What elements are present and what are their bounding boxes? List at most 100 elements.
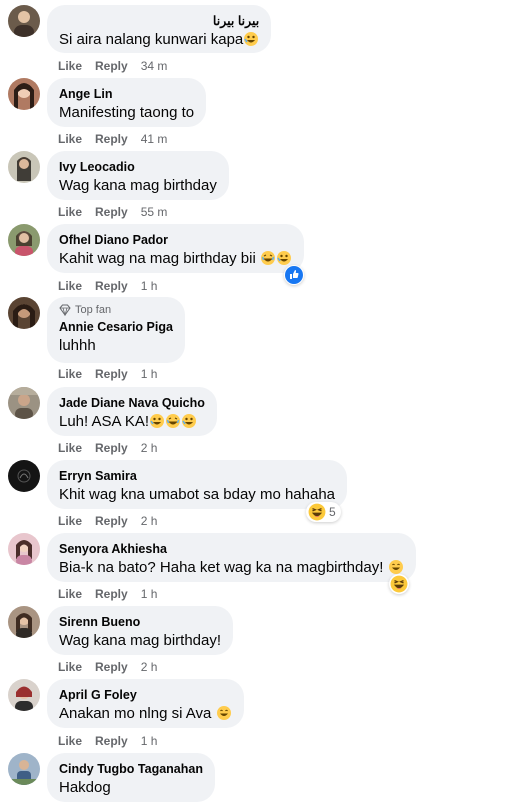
- smiling-emoji-icon: [388, 560, 403, 574]
- comment-actions: Like Reply 1 h: [58, 586, 170, 602]
- comment-text: Bia-k na bato? Haha ket wag ka na magbir…: [59, 558, 404, 578]
- laughing-emoji-icon: [166, 414, 181, 428]
- comment-bubble: Cindy Tugbo Taganahan Hakdog: [47, 753, 215, 802]
- thumbs-up-icon: [285, 266, 303, 284]
- comment-text: Si aira nalang kunwari kapa: [59, 30, 259, 50]
- haha-reaction-badge[interactable]: [389, 574, 409, 594]
- comment-text: Hakdog: [59, 779, 111, 796]
- haha-reaction-badge[interactable]: 5: [306, 502, 341, 522]
- timestamp[interactable]: 2 h: [141, 514, 158, 528]
- timestamp[interactable]: 55 m: [141, 205, 168, 219]
- comment-actions: Like Reply 55 m: [58, 204, 180, 220]
- timestamp[interactable]: 41 m: [141, 132, 168, 146]
- comment-text: Wag kana mag birthday!: [59, 632, 222, 649]
- reaction-count: 5: [329, 505, 336, 519]
- timestamp[interactable]: 1 h: [141, 587, 158, 601]
- timestamp[interactable]: 1 h: [141, 367, 158, 381]
- like-link[interactable]: Like: [58, 660, 82, 674]
- commenter-name[interactable]: Annie Cesario Piga: [59, 319, 173, 335]
- comment-actions: Like Reply 2 h: [58, 440, 170, 456]
- reply-link[interactable]: Reply: [95, 514, 128, 528]
- comment-bubble: April G Foley Anakan mo nlng si Ava: [47, 679, 244, 728]
- comment-actions: Like Reply 41 m: [58, 131, 180, 147]
- comment-bubble: Top fan Annie Cesario Piga luhhh: [47, 297, 185, 363]
- timestamp[interactable]: 34 m: [141, 59, 168, 73]
- comment-actions: Like Reply 2 h: [58, 659, 170, 675]
- comment-bubble: Ange Lin Manifesting taong to: [47, 78, 207, 127]
- comment-bubble: Jade Diane Nava Quicho Luh! ASA KA!: [47, 387, 217, 436]
- commenter-name[interactable]: Senyora Akhiesha: [59, 541, 404, 557]
- avatar[interactable]: [8, 533, 40, 565]
- comment-bubble: Ofhel Diano Pador Kahit wag na mag birth…: [47, 224, 304, 273]
- like-link[interactable]: Like: [58, 59, 82, 73]
- comment-text: Khit wag kna umabot sa bday mo hahaha: [59, 486, 336, 503]
- comment-bubble: Erryn Samira Khit wag kna umabot sa bday…: [47, 460, 348, 509]
- rofl-emoji-icon: [244, 32, 259, 46]
- timestamp[interactable]: 2 h: [141, 660, 158, 674]
- smiling-emoji-icon: [216, 706, 231, 720]
- like-link[interactable]: Like: [58, 367, 82, 381]
- reply-link[interactable]: Reply: [95, 132, 128, 146]
- comment-actions: Like Reply 1 h: [58, 733, 170, 749]
- comment-actions: Like Reply 1 h: [58, 366, 170, 382]
- laughing-emoji-icon: [260, 251, 275, 265]
- haha-reaction-icon: [390, 575, 408, 593]
- avatar[interactable]: [8, 78, 40, 110]
- comment-bubble: Ivy Leocadio Wag kana mag birthday: [47, 151, 229, 200]
- haha-reaction-icon: [308, 503, 326, 521]
- avatar[interactable]: [8, 387, 40, 419]
- comment-text: luhhh: [59, 337, 96, 354]
- timestamp[interactable]: 2 h: [141, 441, 158, 455]
- commenter-name[interactable]: Ofhel Diano Pador: [59, 232, 292, 248]
- reply-link[interactable]: Reply: [95, 441, 128, 455]
- comment-text: Wag kana mag birthday: [59, 177, 217, 194]
- comment-bubble: Senyora Akhiesha Bia-k na bato? Haha ket…: [47, 533, 416, 582]
- avatar[interactable]: [8, 460, 40, 492]
- reply-link[interactable]: Reply: [95, 587, 128, 601]
- rofl-emoji-icon: [182, 414, 197, 428]
- comment-actions: Like Reply 1 h: [58, 278, 170, 294]
- like-link[interactable]: Like: [58, 514, 82, 528]
- timestamp[interactable]: 1 h: [141, 279, 158, 293]
- reply-link[interactable]: Reply: [95, 59, 128, 73]
- avatar[interactable]: [8, 224, 40, 256]
- comment-text: Kahit wag na mag birthday bii: [59, 249, 292, 269]
- reply-link[interactable]: Reply: [95, 734, 128, 748]
- like-link[interactable]: Like: [58, 279, 82, 293]
- top-fan-badge[interactable]: Top fan: [59, 303, 173, 317]
- reply-link[interactable]: Reply: [95, 367, 128, 381]
- commenter-name[interactable]: بيرنا بيرنا: [59, 13, 259, 29]
- comment-actions: Like Reply 34 m: [58, 58, 180, 74]
- reply-link[interactable]: Reply: [95, 205, 128, 219]
- rofl-emoji-icon: [276, 251, 291, 265]
- timestamp[interactable]: 1 h: [141, 734, 158, 748]
- comment-actions: Like Reply 2 h: [58, 513, 170, 529]
- commenter-name[interactable]: Cindy Tugbo Taganahan: [59, 761, 203, 777]
- commenter-name[interactable]: Erryn Samira: [59, 468, 335, 484]
- like-link[interactable]: Like: [58, 441, 82, 455]
- top-fan-label: Top fan: [75, 304, 112, 316]
- comment-text: Manifesting taong to: [59, 104, 195, 121]
- like-link[interactable]: Like: [58, 205, 82, 219]
- reply-link[interactable]: Reply: [95, 279, 128, 293]
- diamond-icon: [59, 304, 71, 316]
- comment-bubble: بيرنا بيرنا Si aira nalang kunwari kapa: [47, 5, 272, 53]
- commenter-name[interactable]: April G Foley: [59, 687, 232, 703]
- commenter-name[interactable]: Sirenn Bueno: [59, 614, 221, 630]
- avatar[interactable]: [8, 606, 40, 638]
- reply-link[interactable]: Reply: [95, 660, 128, 674]
- comment-text: Luh! ASA KA!: [59, 412, 205, 432]
- rofl-emoji-icon: [150, 414, 165, 428]
- like-link[interactable]: Like: [58, 132, 82, 146]
- avatar[interactable]: [8, 5, 40, 37]
- commenter-name[interactable]: Jade Diane Nava Quicho: [59, 395, 205, 411]
- commenter-name[interactable]: Ange Lin: [59, 86, 194, 102]
- avatar[interactable]: [8, 753, 40, 785]
- like-reaction-badge[interactable]: [284, 265, 304, 285]
- like-link[interactable]: Like: [58, 734, 82, 748]
- avatar[interactable]: [8, 151, 40, 183]
- avatar[interactable]: [8, 297, 40, 329]
- commenter-name[interactable]: Ivy Leocadio: [59, 159, 217, 175]
- avatar[interactable]: [8, 679, 40, 711]
- like-link[interactable]: Like: [58, 587, 82, 601]
